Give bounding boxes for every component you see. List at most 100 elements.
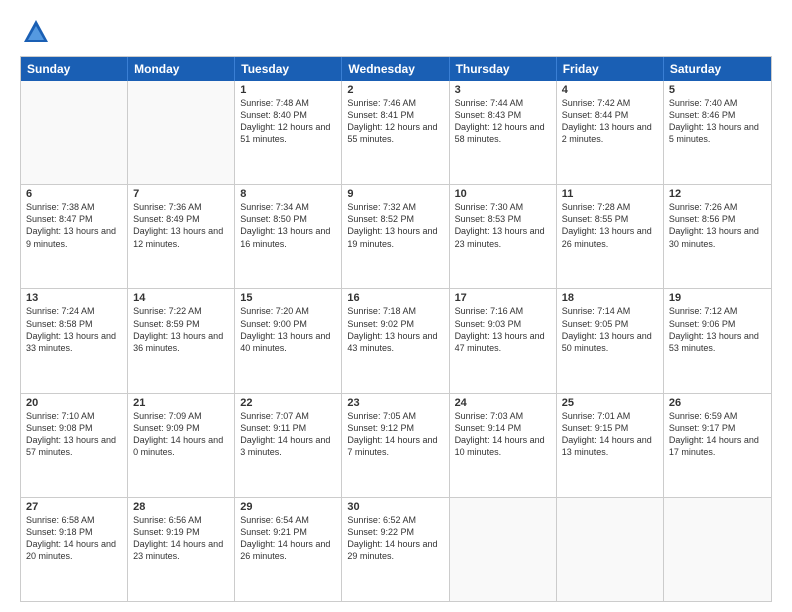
calendar-cell: 26Sunrise: 6:59 AM Sunset: 9:17 PM Dayli…	[664, 394, 771, 497]
cell-info: Sunrise: 6:59 AM Sunset: 9:17 PM Dayligh…	[669, 410, 766, 459]
day-number: 1	[240, 84, 336, 96]
cell-info: Sunrise: 7:48 AM Sunset: 8:40 PM Dayligh…	[240, 97, 336, 146]
calendar-cell	[557, 498, 664, 601]
cell-info: Sunrise: 6:56 AM Sunset: 9:19 PM Dayligh…	[133, 514, 229, 563]
cell-info: Sunrise: 7:01 AM Sunset: 9:15 PM Dayligh…	[562, 410, 658, 459]
day-number: 11	[562, 188, 658, 200]
calendar-cell	[128, 81, 235, 184]
cell-info: Sunrise: 7:03 AM Sunset: 9:14 PM Dayligh…	[455, 410, 551, 459]
calendar-header-cell: Sunday	[21, 57, 128, 81]
day-number: 4	[562, 84, 658, 96]
calendar-cell: 17Sunrise: 7:16 AM Sunset: 9:03 PM Dayli…	[450, 289, 557, 392]
cell-info: Sunrise: 7:12 AM Sunset: 9:06 PM Dayligh…	[669, 305, 766, 354]
calendar-cell: 29Sunrise: 6:54 AM Sunset: 9:21 PM Dayli…	[235, 498, 342, 601]
calendar-body: 1Sunrise: 7:48 AM Sunset: 8:40 PM Daylig…	[21, 81, 771, 601]
calendar-cell: 19Sunrise: 7:12 AM Sunset: 9:06 PM Dayli…	[664, 289, 771, 392]
cell-info: Sunrise: 7:18 AM Sunset: 9:02 PM Dayligh…	[347, 305, 443, 354]
cell-info: Sunrise: 6:52 AM Sunset: 9:22 PM Dayligh…	[347, 514, 443, 563]
day-number: 23	[347, 397, 443, 409]
cell-info: Sunrise: 7:26 AM Sunset: 8:56 PM Dayligh…	[669, 201, 766, 250]
calendar-cell: 20Sunrise: 7:10 AM Sunset: 9:08 PM Dayli…	[21, 394, 128, 497]
cell-info: Sunrise: 6:58 AM Sunset: 9:18 PM Dayligh…	[26, 514, 122, 563]
calendar-cell: 6Sunrise: 7:38 AM Sunset: 8:47 PM Daylig…	[21, 185, 128, 288]
cell-info: Sunrise: 7:28 AM Sunset: 8:55 PM Dayligh…	[562, 201, 658, 250]
day-number: 5	[669, 84, 766, 96]
cell-info: Sunrise: 7:16 AM Sunset: 9:03 PM Dayligh…	[455, 305, 551, 354]
calendar-cell: 3Sunrise: 7:44 AM Sunset: 8:43 PM Daylig…	[450, 81, 557, 184]
day-number: 28	[133, 501, 229, 513]
calendar-header-row: SundayMondayTuesdayWednesdayThursdayFrid…	[21, 57, 771, 81]
cell-info: Sunrise: 7:30 AM Sunset: 8:53 PM Dayligh…	[455, 201, 551, 250]
calendar-header-cell: Tuesday	[235, 57, 342, 81]
calendar-cell: 8Sunrise: 7:34 AM Sunset: 8:50 PM Daylig…	[235, 185, 342, 288]
day-number: 14	[133, 292, 229, 304]
day-number: 16	[347, 292, 443, 304]
cell-info: Sunrise: 7:07 AM Sunset: 9:11 PM Dayligh…	[240, 410, 336, 459]
cell-info: Sunrise: 7:36 AM Sunset: 8:49 PM Dayligh…	[133, 201, 229, 250]
cell-info: Sunrise: 7:22 AM Sunset: 8:59 PM Dayligh…	[133, 305, 229, 354]
calendar-cell: 1Sunrise: 7:48 AM Sunset: 8:40 PM Daylig…	[235, 81, 342, 184]
cell-info: Sunrise: 7:40 AM Sunset: 8:46 PM Dayligh…	[669, 97, 766, 146]
day-number: 29	[240, 501, 336, 513]
day-number: 21	[133, 397, 229, 409]
calendar-header-cell: Thursday	[450, 57, 557, 81]
calendar-cell: 18Sunrise: 7:14 AM Sunset: 9:05 PM Dayli…	[557, 289, 664, 392]
calendar-cell: 30Sunrise: 6:52 AM Sunset: 9:22 PM Dayli…	[342, 498, 449, 601]
day-number: 26	[669, 397, 766, 409]
day-number: 20	[26, 397, 122, 409]
calendar-cell: 7Sunrise: 7:36 AM Sunset: 8:49 PM Daylig…	[128, 185, 235, 288]
day-number: 10	[455, 188, 551, 200]
day-number: 13	[26, 292, 122, 304]
calendar-cell: 24Sunrise: 7:03 AM Sunset: 9:14 PM Dayli…	[450, 394, 557, 497]
cell-info: Sunrise: 7:32 AM Sunset: 8:52 PM Dayligh…	[347, 201, 443, 250]
calendar-header-cell: Friday	[557, 57, 664, 81]
calendar-row: 20Sunrise: 7:10 AM Sunset: 9:08 PM Dayli…	[21, 393, 771, 497]
calendar-cell	[450, 498, 557, 601]
header	[20, 18, 772, 46]
cell-info: Sunrise: 7:24 AM Sunset: 8:58 PM Dayligh…	[26, 305, 122, 354]
day-number: 17	[455, 292, 551, 304]
day-number: 18	[562, 292, 658, 304]
calendar-cell: 15Sunrise: 7:20 AM Sunset: 9:00 PM Dayli…	[235, 289, 342, 392]
cell-info: Sunrise: 7:38 AM Sunset: 8:47 PM Dayligh…	[26, 201, 122, 250]
day-number: 15	[240, 292, 336, 304]
day-number: 24	[455, 397, 551, 409]
calendar-cell: 11Sunrise: 7:28 AM Sunset: 8:55 PM Dayli…	[557, 185, 664, 288]
calendar-cell: 28Sunrise: 6:56 AM Sunset: 9:19 PM Dayli…	[128, 498, 235, 601]
calendar-row: 6Sunrise: 7:38 AM Sunset: 8:47 PM Daylig…	[21, 184, 771, 288]
calendar-header-cell: Saturday	[664, 57, 771, 81]
calendar-cell: 14Sunrise: 7:22 AM Sunset: 8:59 PM Dayli…	[128, 289, 235, 392]
calendar-row: 27Sunrise: 6:58 AM Sunset: 9:18 PM Dayli…	[21, 497, 771, 601]
calendar-cell: 27Sunrise: 6:58 AM Sunset: 9:18 PM Dayli…	[21, 498, 128, 601]
calendar-cell: 22Sunrise: 7:07 AM Sunset: 9:11 PM Dayli…	[235, 394, 342, 497]
calendar-cell: 9Sunrise: 7:32 AM Sunset: 8:52 PM Daylig…	[342, 185, 449, 288]
day-number: 9	[347, 188, 443, 200]
cell-info: Sunrise: 7:14 AM Sunset: 9:05 PM Dayligh…	[562, 305, 658, 354]
calendar-cell: 10Sunrise: 7:30 AM Sunset: 8:53 PM Dayli…	[450, 185, 557, 288]
page: SundayMondayTuesdayWednesdayThursdayFrid…	[0, 0, 792, 612]
day-number: 6	[26, 188, 122, 200]
cell-info: Sunrise: 7:05 AM Sunset: 9:12 PM Dayligh…	[347, 410, 443, 459]
calendar-cell: 5Sunrise: 7:40 AM Sunset: 8:46 PM Daylig…	[664, 81, 771, 184]
cell-info: Sunrise: 7:34 AM Sunset: 8:50 PM Dayligh…	[240, 201, 336, 250]
calendar-cell: 12Sunrise: 7:26 AM Sunset: 8:56 PM Dayli…	[664, 185, 771, 288]
day-number: 3	[455, 84, 551, 96]
calendar-cell	[21, 81, 128, 184]
day-number: 19	[669, 292, 766, 304]
calendar-row: 13Sunrise: 7:24 AM Sunset: 8:58 PM Dayli…	[21, 288, 771, 392]
calendar-header-cell: Monday	[128, 57, 235, 81]
day-number: 30	[347, 501, 443, 513]
calendar-cell: 21Sunrise: 7:09 AM Sunset: 9:09 PM Dayli…	[128, 394, 235, 497]
logo	[20, 18, 50, 46]
day-number: 25	[562, 397, 658, 409]
calendar-cell: 23Sunrise: 7:05 AM Sunset: 9:12 PM Dayli…	[342, 394, 449, 497]
calendar-row: 1Sunrise: 7:48 AM Sunset: 8:40 PM Daylig…	[21, 81, 771, 184]
calendar-cell: 4Sunrise: 7:42 AM Sunset: 8:44 PM Daylig…	[557, 81, 664, 184]
logo-icon	[22, 18, 50, 46]
day-number: 2	[347, 84, 443, 96]
cell-info: Sunrise: 7:09 AM Sunset: 9:09 PM Dayligh…	[133, 410, 229, 459]
cell-info: Sunrise: 7:46 AM Sunset: 8:41 PM Dayligh…	[347, 97, 443, 146]
day-number: 7	[133, 188, 229, 200]
calendar-cell: 13Sunrise: 7:24 AM Sunset: 8:58 PM Dayli…	[21, 289, 128, 392]
cell-info: Sunrise: 7:10 AM Sunset: 9:08 PM Dayligh…	[26, 410, 122, 459]
